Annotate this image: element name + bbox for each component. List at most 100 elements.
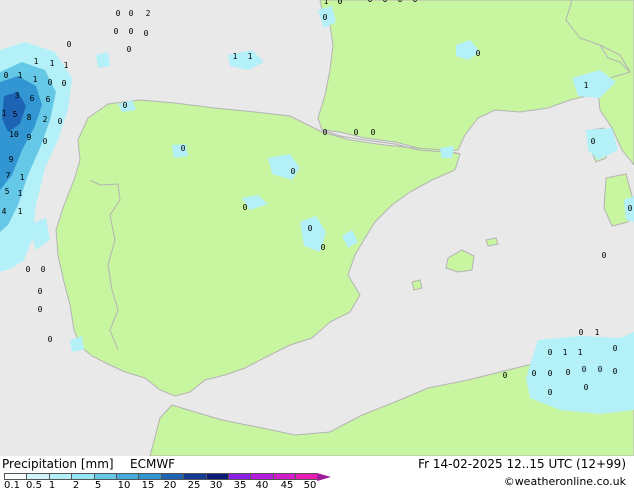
precip-value-label: 0 [582, 365, 587, 374]
legend-tick: 45 [280, 480, 294, 491]
precip-value-label: 1 [578, 348, 583, 357]
precip-value-label: 0 [548, 348, 553, 357]
precip-value-label: 0 [129, 27, 134, 36]
legend-tick: 40 [255, 480, 269, 491]
precip-value-label: 0 [532, 369, 537, 378]
precip-value-label: 6 [46, 95, 51, 104]
precip-value-label: 0 [123, 101, 128, 110]
precip-value-label: 0 [584, 383, 589, 392]
precip-value-label: 0 [476, 49, 481, 58]
precip-value-label: 0 [129, 9, 134, 18]
model-name: ECMWF [130, 457, 176, 471]
precip-value-label: 0 [38, 287, 43, 296]
precip-value-label: 9 [27, 133, 32, 142]
precip-value-label: 1 [563, 348, 568, 357]
legend-swatch [295, 473, 318, 480]
precip-value-label: 1 [2, 109, 7, 118]
precipitation-map: 0 0 20 0 0001 1 10 1 1 0 03 6 61 5 8 2 010 9 097 15 14 10 0000… [0, 0, 634, 456]
precip-value-label: 0 [116, 9, 121, 18]
precip-value-label: 0 [383, 0, 388, 4]
precip-value-label: 0 [48, 78, 53, 87]
land-menorca [485, 237, 499, 247]
precip-value-label: 5 [13, 110, 18, 119]
legend-tick: 2 [72, 480, 80, 491]
precip-value-label: 0 [323, 13, 328, 22]
precip-value-label: 0 [114, 27, 119, 36]
precip-value-label: 0 [398, 0, 403, 4]
legend-swatch [160, 473, 184, 480]
legend-tick: 10 [117, 480, 131, 491]
precip-value-label: 1 [20, 173, 25, 182]
legend-swatch [205, 473, 228, 480]
precip-value-label: 0 [26, 265, 31, 274]
precip-value-label: 0 [628, 204, 633, 213]
legend-swatch [138, 473, 161, 480]
legend-swatch [227, 473, 251, 480]
precip-value-label: 1 [18, 189, 23, 198]
precip-value-label: 0 [323, 128, 328, 137]
precip-value-label: 1 [248, 52, 253, 61]
legend-tick: 50 [303, 480, 317, 491]
legend-swatch [26, 473, 49, 480]
precip-value-label: 0 [613, 367, 618, 376]
precip-value-label: 1 [18, 207, 23, 216]
precip-value-label: 0 [338, 0, 343, 6]
precip-value-label: 5 [5, 187, 10, 196]
legend-title: Precipitation [mm] [2, 457, 114, 471]
legend-color-bar [4, 472, 332, 481]
precip-value-label: 0 [413, 0, 418, 4]
legend-swatch [93, 473, 116, 480]
legend-swatch [48, 473, 72, 480]
legend-swatch [250, 473, 273, 480]
legend-tick: 35 [233, 480, 247, 491]
legend-swatch [272, 473, 296, 480]
precip-value-label: 0 [4, 71, 9, 80]
precip-value-label: 0 [43, 137, 48, 146]
precip-value-label: 0 [291, 167, 296, 176]
legend-tick: 20 [163, 480, 177, 491]
precip-value-label: 1 [34, 57, 39, 66]
precip-value-label: 1 [584, 81, 589, 90]
precip-value-label: 0 [58, 117, 63, 126]
legend-tick-labels: 0.1 0.5 1 2 5 10 15 20 25 30 35 40 45 50 [0, 480, 340, 492]
legend-swatch [183, 473, 206, 480]
copyright-text: ©weatheronline.co.uk [503, 475, 626, 488]
precip-value-label: 0 [321, 243, 326, 252]
precip-value-label: 4 [2, 207, 7, 216]
legend-swatch [4, 473, 27, 480]
precip-value-label: 0 [548, 369, 553, 378]
precip-value-label: 0 [548, 388, 553, 397]
legend-tick: 30 [209, 480, 223, 491]
precip-value-label: 0 [127, 45, 132, 54]
precip-value-label: 0 [613, 344, 618, 353]
precip-value-label: 0 [503, 371, 508, 380]
legend-tick: 1 [48, 480, 56, 491]
legend-swatch [71, 473, 94, 480]
precip-value-label: 7 [6, 171, 11, 180]
precip-value-label: 1 [595, 328, 600, 337]
precip-value-label: 0 [579, 328, 584, 337]
precip-value-label: 1 [33, 75, 38, 84]
precip-value-label: 0 [598, 365, 603, 374]
legend-tick: 5 [94, 480, 102, 491]
precip-value-label: 0 [371, 128, 376, 137]
precip-value-label: 1 [324, 0, 329, 6]
precip-value-label: 0 [144, 29, 149, 38]
precip-value-label: 0 [38, 305, 43, 314]
precip-value-label: 0 [591, 137, 596, 146]
precip-value-label: 1 [18, 71, 23, 80]
legend-tick: 0.1 [4, 480, 20, 491]
forecast-valid-time: Fr 14-02-2025 12..15 UTC (12+99) [418, 457, 626, 471]
legend-swatch [115, 473, 139, 480]
precip-value-label: 0 [566, 368, 571, 377]
precip-value-label: 6 [30, 94, 35, 103]
legend-tick: 25 [187, 480, 201, 491]
precip-value-label: 2 [146, 9, 151, 18]
precip-value-label: 3 [15, 91, 20, 100]
precip-value-label: 8 [27, 113, 32, 122]
weather-map-panel: 0 0 2 0 0 0 0 0 1 1 1 0 1 1 0 0 3 6 6 1 5 8 2 0 10 9 0 9 7 1 5 1 4 1 0 0 0 0 0… [0, 0, 634, 492]
precip-value-label: 0 [48, 335, 53, 344]
precip-value-label: 0 [243, 203, 248, 212]
precip-value-label: 10 [9, 130, 19, 139]
precip-value-label: 0 [181, 144, 186, 153]
